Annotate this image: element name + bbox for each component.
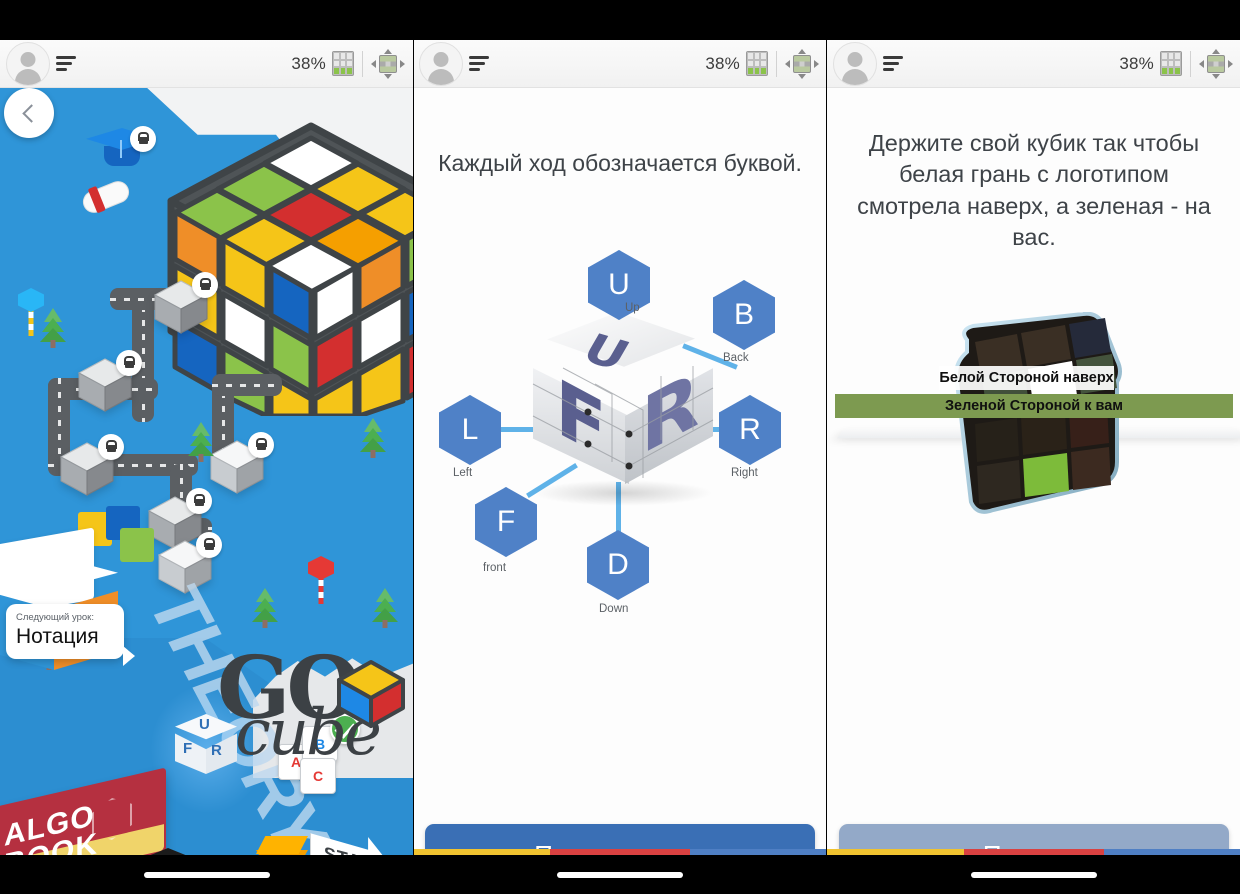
notation-diagram: U F R U Up B Back L Left R Right F front… <box>413 247 827 650</box>
next-lesson-value: Нотация <box>16 625 99 648</box>
badge-down-label: Down <box>599 603 629 615</box>
android-navbar <box>827 855 1240 894</box>
panel-notation-lesson: 38% Каждый ход обозначается буквой. U F … <box>413 0 827 894</box>
map-node-completed[interactable]: A B C <box>278 714 368 798</box>
home-indicator-bar[interactable] <box>971 871 1097 878</box>
lesson-title: Каждый ход обозначается буквой. <box>438 150 802 176</box>
map-node-current[interactable]: U F R <box>175 714 237 776</box>
badge-back-label: Back <box>723 352 749 364</box>
padlock-icon <box>192 272 218 298</box>
algo-book-decor: ALGOBOOK The complete Algo guide <box>0 767 166 855</box>
status-bar-orient: 38% <box>827 40 1240 88</box>
badge-left-label: Left <box>453 467 473 479</box>
battery-percent-label: 38% <box>705 53 740 73</box>
badge-down-letter: D <box>607 548 629 581</box>
badge-up[interactable]: U <box>585 247 653 323</box>
orient-title: Держите свой кубик так чтобы белая грань… <box>857 130 1211 251</box>
cube-directional-icon[interactable] <box>1199 48 1233 79</box>
black-cube-decor <box>130 848 206 855</box>
panel-cube-orientation: 38% Держите свой кубик так чтобы белая г… <box>827 0 1240 894</box>
padlock-icon <box>98 434 124 460</box>
android-navbar <box>413 855 827 894</box>
badge-right-letter: R <box>739 413 761 446</box>
padlock-icon <box>130 126 156 152</box>
badge-up-label: Up <box>625 302 640 314</box>
badge-right[interactable]: R <box>716 392 784 468</box>
map-node-locked[interactable] <box>76 350 142 414</box>
triptych-screenshot: 38% U F R A B C GO cube ALGO BOOK Следую… <box>0 0 1240 894</box>
notation-cube-illustration: U F R <box>525 312 715 502</box>
tree-decor <box>188 422 214 462</box>
user-avatar-icon[interactable] <box>419 41 463 86</box>
padlock-icon <box>196 532 222 558</box>
map-node-locked[interactable] <box>58 434 124 498</box>
badge-right-label: Right <box>731 467 758 479</box>
cube-directional-icon[interactable] <box>371 48 405 79</box>
panel-lesson-map: 38% U F R A B C GO cube ALGO BOOK Следую… <box>0 0 413 894</box>
home-indicator-bar[interactable] <box>143 871 270 878</box>
map-road <box>212 374 282 396</box>
top-black-bar <box>0 0 413 40</box>
yellow-book-decor <box>256 836 308 855</box>
next-lesson-tooltip[interactable]: Следующий урок: Нотация <box>6 604 135 666</box>
lesson-body: Каждый ход обозначается буквой. U F R U … <box>413 0 827 894</box>
cube-shadow <box>533 480 713 506</box>
checkmark-badge-icon <box>330 714 360 744</box>
signpost-red <box>308 556 334 604</box>
android-navbar <box>0 855 413 894</box>
oriented-cube-illustration <box>945 311 1127 524</box>
top-black-bar <box>827 0 1240 40</box>
map-body: PRACTICE THEORY U F R A B C GO <box>0 88 413 855</box>
badge-back-letter: B <box>733 298 754 331</box>
badge-down[interactable]: D <box>584 527 652 603</box>
battery-percent-label: 38% <box>1119 53 1154 73</box>
badge-left[interactable]: L <box>436 392 504 468</box>
hamburger-menu-icon[interactable] <box>56 53 76 74</box>
tree-decor <box>360 418 386 458</box>
status-divider <box>1190 50 1191 77</box>
panel-separator <box>826 0 827 894</box>
home-indicator-bar[interactable] <box>557 871 683 878</box>
hamburger-menu-icon[interactable] <box>883 53 903 74</box>
start-arrow: START <box>310 833 398 855</box>
status-bar-map: 38% <box>0 40 413 88</box>
chevron-left-icon <box>21 103 41 123</box>
battery-grid-icon <box>332 51 354 76</box>
user-avatar-icon[interactable] <box>6 41 50 86</box>
map-node-locked[interactable] <box>208 432 274 496</box>
panel-separator <box>413 0 414 894</box>
badge-front-letter: F <box>496 505 516 538</box>
badge-up-letter: U <box>608 268 630 301</box>
padlock-icon <box>248 432 274 458</box>
battery-grid-icon <box>1160 51 1182 76</box>
status-divider <box>362 50 363 77</box>
map-back-button[interactable] <box>4 88 54 138</box>
badge-green-side-front: Зеленой Стороной к вам <box>835 394 1233 418</box>
badge-white-side-up: Белой Стороной наверх <box>939 366 1114 390</box>
orientation-stage: Белой Стороной наверх Зеленой Стороной к… <box>827 300 1240 630</box>
hamburger-menu-icon[interactable] <box>469 53 489 74</box>
top-black-bar <box>413 0 827 40</box>
decorative-rubiks-cube <box>161 116 413 419</box>
status-divider <box>776 50 777 77</box>
tree-decor <box>372 588 398 628</box>
badge-left-letter: L <box>461 413 479 446</box>
cube-directional-icon[interactable] <box>785 48 819 79</box>
tree-decor <box>252 588 278 628</box>
badge-back[interactable]: B <box>710 277 778 353</box>
user-avatar-icon[interactable] <box>833 41 877 86</box>
battery-grid-icon <box>746 51 768 76</box>
signpost-blue <box>18 288 44 336</box>
battery-percent-label: 38% <box>291 53 326 73</box>
badge-front-label: front <box>483 562 507 574</box>
padlock-icon <box>116 350 142 376</box>
badge-front[interactable]: F <box>472 484 540 560</box>
orient-body: Держите свой кубик так чтобы белая грань… <box>827 0 1240 894</box>
next-lesson-label: Следующий урок: <box>16 612 94 623</box>
status-bar-lesson: 38% <box>413 40 827 88</box>
map-node-locked[interactable] <box>152 272 218 336</box>
